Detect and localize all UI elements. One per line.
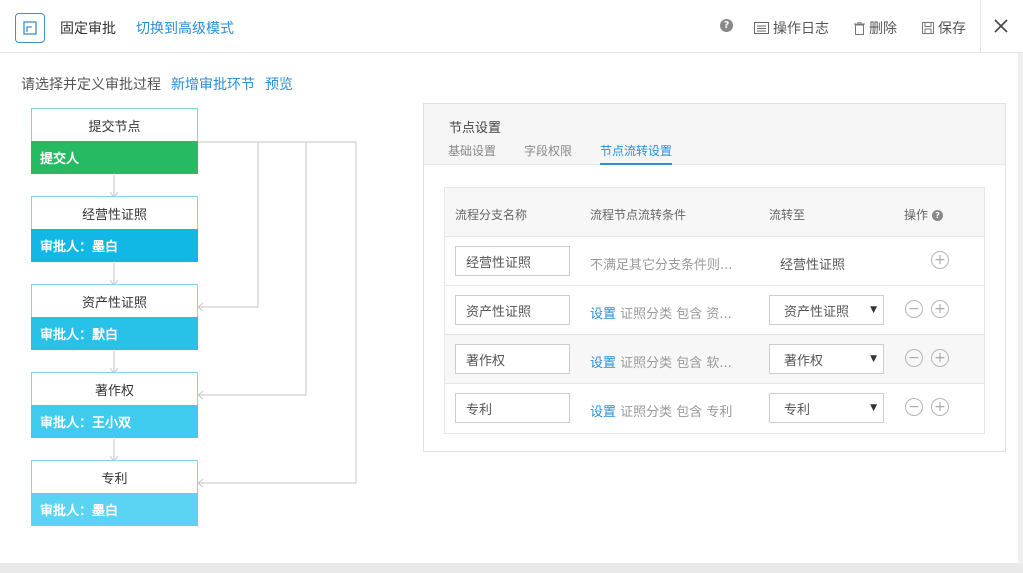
flow-node-patent[interactable]: 专利 审批人：墨白 xyxy=(31,460,198,526)
condition-text: 证照分类 包含 资... xyxy=(620,307,732,322)
condition-text: 证照分类 包含 软... xyxy=(620,356,732,371)
flow-to-value: 著作权 xyxy=(784,353,824,369)
node-person: 提交人 xyxy=(31,141,198,174)
header-divider xyxy=(980,0,981,53)
table-header: 流程分支名称 流程节点流转条件 流转至 操作? xyxy=(445,188,984,237)
page-title: 固定审批 xyxy=(60,21,116,37)
tab-flow-settings[interactable]: 节点流转设置 xyxy=(600,142,673,165)
col-condition: 流程节点流转条件 xyxy=(590,208,687,222)
branch-name-input[interactable] xyxy=(455,295,570,325)
remove-branch-icon[interactable]: − xyxy=(905,398,923,416)
add-branch-icon[interactable]: + xyxy=(931,398,949,416)
condition-cell: 设置 证照分类 包含 专利 xyxy=(590,401,732,420)
panel-header: 节点设置 基础设置 字段权限 节点流转设置 xyxy=(424,104,1005,165)
add-branch-icon[interactable]: + xyxy=(931,251,949,269)
condition-set-link[interactable]: 设置 xyxy=(590,356,616,371)
condition-set-link[interactable]: 设置 xyxy=(590,307,616,322)
node-settings-panel: 节点设置 基础设置 字段权限 节点流转设置 流程分支名称 流程节点流转条件 流转… xyxy=(423,103,1006,452)
table-row: 设置 证照分类 包含 软... 著作权 ▼ − + xyxy=(445,335,984,384)
remove-branch-icon[interactable]: − xyxy=(905,300,923,318)
preview-link[interactable]: 预览 xyxy=(265,74,293,94)
flow-node-asset-license[interactable]: 资产性证照 审批人：默白 xyxy=(31,284,198,350)
col-operation: 操作? xyxy=(904,206,944,223)
tab-field-permissions[interactable]: 字段权限 xyxy=(524,142,572,163)
condition-cell: 设置 证照分类 包含 软... xyxy=(590,352,732,371)
window-mode-icon[interactable] xyxy=(15,13,45,43)
trash-icon xyxy=(854,21,865,35)
condition-text: 不满足其它分支条件则... xyxy=(590,258,733,273)
remove-branch-icon[interactable]: − xyxy=(905,349,923,367)
operation-help-icon[interactable]: ? xyxy=(932,210,944,221)
flow-node-copyright[interactable]: 著作权 审批人：王小双 xyxy=(31,372,198,438)
add-branch-icon[interactable]: + xyxy=(931,349,949,367)
branch-name-input[interactable] xyxy=(455,344,570,374)
process-toolbar: 请选择并定义审批过程 新增审批环节 预览 xyxy=(21,74,293,94)
operation-log-label: 操作日志 xyxy=(773,21,829,37)
flow-to-value: 资产性证照 xyxy=(784,304,850,320)
delete-button[interactable]: 删除 xyxy=(854,18,897,38)
flow-to-select[interactable]: 资产性证照 ▼ xyxy=(769,295,884,325)
delete-label: 删除 xyxy=(869,21,897,37)
flow-to-select[interactable]: 专利 ▼ xyxy=(769,393,884,423)
node-title: 提交节点 xyxy=(31,108,198,141)
branch-name-input[interactable] xyxy=(455,246,570,276)
process-prompt: 请选择并定义审批过程 xyxy=(21,77,161,93)
condition-set-link[interactable]: 设置 xyxy=(590,405,616,420)
node-title: 经营性证照 xyxy=(31,196,198,229)
node-title: 专利 xyxy=(31,460,198,493)
operation-log-button[interactable]: 操作日志 xyxy=(754,18,829,38)
flow-node-business-license[interactable]: 经营性证照 审批人：墨白 xyxy=(31,196,198,262)
dropdown-arrow-icon: ▼ xyxy=(870,354,877,364)
node-title: 著作权 xyxy=(31,372,198,405)
col-operation-label: 操作 xyxy=(904,208,929,222)
flow-to-select[interactable]: 著作权 ▼ xyxy=(769,344,884,374)
node-person: 审批人：墨白 xyxy=(31,229,198,262)
table-row: 设置 证照分类 包含 专利 专利 ▼ − + xyxy=(445,384,984,433)
save-label: 保存 xyxy=(938,21,966,37)
dropdown-arrow-icon: ▼ xyxy=(870,305,877,315)
flow-node-submit[interactable]: 提交节点 提交人 xyxy=(31,108,198,174)
save-icon xyxy=(922,22,934,34)
add-approval-node-link[interactable]: 新增审批环节 xyxy=(171,74,255,94)
table-row: 不满足其它分支条件则... 经营性证照 + xyxy=(445,237,984,286)
node-person: 审批人：默白 xyxy=(31,317,198,350)
dropdown-arrow-icon: ▼ xyxy=(870,403,877,413)
panel-title: 节点设置 xyxy=(449,121,502,136)
save-button[interactable]: 保存 xyxy=(922,18,966,38)
add-branch-icon[interactable]: + xyxy=(931,300,949,318)
close-icon[interactable] xyxy=(991,16,1011,36)
node-person: 审批人：王小双 xyxy=(31,405,198,438)
branch-table: 流程分支名称 流程节点流转条件 流转至 操作? 不满足其它分支条件则... 经营… xyxy=(444,187,985,434)
condition-cell: 设置 证照分类 包含 资... xyxy=(590,303,732,322)
node-title: 资产性证照 xyxy=(31,284,198,317)
table-row: 设置 证照分类 包含 资... 资产性证照 ▼ − + xyxy=(445,286,984,335)
scrollbar-track xyxy=(1018,53,1023,563)
top-header: 固定审批 切换到高级模式 ? 操作日志 删除 保存 xyxy=(0,0,1023,53)
col-branch-name: 流程分支名称 xyxy=(455,208,528,222)
bottom-bar xyxy=(0,563,1023,573)
switch-advanced-link[interactable]: 切换到高级模式 xyxy=(136,18,234,38)
approval-flow: 提交节点 提交人 经营性证照 审批人：墨白 资产性证照 审批人：默白 著作权 审… xyxy=(0,100,420,540)
branch-name-input[interactable] xyxy=(455,393,570,423)
col-flow-to: 流转至 xyxy=(769,208,806,222)
node-person: 审批人：墨白 xyxy=(31,493,198,526)
condition-text: 证照分类 包含 专利 xyxy=(620,405,733,420)
tab-basic-settings[interactable]: 基础设置 xyxy=(448,142,496,163)
flow-to-value: 专利 xyxy=(784,402,811,418)
flow-to-text: 经营性证照 xyxy=(780,258,846,273)
help-icon[interactable]: ? xyxy=(720,19,733,32)
log-icon xyxy=(754,22,769,34)
